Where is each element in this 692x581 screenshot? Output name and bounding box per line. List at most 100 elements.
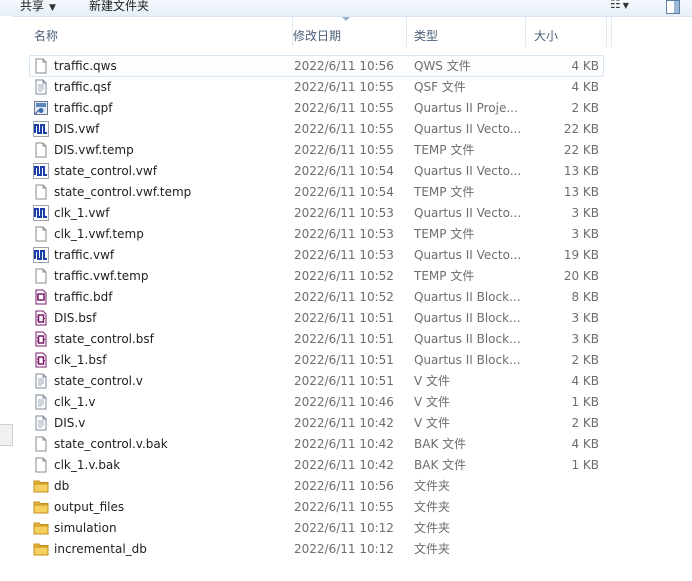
file-size: 2 KB [571, 416, 599, 430]
sort-arrow-icon [342, 17, 350, 21]
file-date: 2022/6/11 10:51 [294, 374, 394, 388]
column-header-size[interactable]: 大小 [526, 17, 612, 47]
file-row[interactable]: traffic.vwf 2022/6/11 10:53 Quartus II Vec… [30, 245, 603, 265]
file-icon [33, 58, 49, 74]
file-icon [33, 142, 49, 158]
file-size: 3 KB [571, 311, 599, 325]
share-button[interactable]: 共享 ▼ [20, 0, 56, 15]
file-type: TEMP 文件 [414, 227, 475, 241]
folder-icon [33, 520, 49, 536]
file-size: 4 KB [571, 59, 599, 73]
file-size: 4 KB [571, 374, 599, 388]
folder-icon [33, 541, 49, 557]
file-row[interactable]: traffic.qws 2022/6/11 10:56 QWS 文件 4 KB [29, 55, 604, 77]
file-type: 文件夹 [414, 500, 451, 514]
column-header-date[interactable]: 修改日期 [292, 17, 407, 47]
block-symbol-icon [33, 310, 49, 326]
file-date: 2022/6/11 10:55 [294, 101, 394, 115]
waveform-file-icon [33, 205, 49, 221]
new-folder-button[interactable]: 新建文件夹 [89, 0, 149, 15]
file-type: Quartus II Vecto... [414, 122, 520, 136]
preview-pane-icon[interactable] [666, 0, 680, 14]
text-file-icon [33, 394, 49, 410]
file-date: 2022/6/11 10:55 [294, 80, 394, 94]
column-header: 名称 修改日期 类型 大小 [26, 17, 612, 47]
file-name: clk_1.vwf [54, 206, 110, 220]
folder-icon [33, 499, 49, 515]
file-row[interactable]: state_control.vwf.temp 2022/6/11 10:54 TEM… [30, 182, 603, 202]
file-size: 2 KB [571, 353, 599, 367]
folder-row[interactable]: incremental_db 2022/6/11 10:12 文件夹 [30, 539, 603, 559]
view-options-button[interactable]: ☷ ▼ [610, 0, 629, 11]
quartus-project-icon [33, 100, 49, 116]
file-date: 2022/6/11 10:51 [294, 311, 394, 325]
folder-row[interactable]: output_files 2022/6/11 10:55 文件夹 [30, 497, 603, 517]
file-row[interactable]: clk_1.bsf 2022/6/11 10:51 Quartus II Block… [30, 350, 603, 370]
column-header-type[interactable]: 类型 [406, 17, 526, 47]
file-name: DIS.v [54, 416, 86, 430]
file-type: V 文件 [414, 374, 451, 388]
file-date: 2022/6/11 10:55 [294, 500, 394, 514]
file-type: QSF 文件 [414, 80, 466, 94]
file-date: 2022/6/11 10:52 [294, 290, 394, 304]
file-name: state_control.v [54, 374, 143, 388]
file-row[interactable]: clk_1.v 2022/6/11 10:46 V 文件 1 KB [30, 392, 603, 412]
folder-row[interactable]: simulation 2022/6/11 10:12 文件夹 [30, 518, 603, 538]
file-row[interactable]: DIS.v 2022/6/11 10:42 V 文件 2 KB [30, 413, 603, 433]
file-size: 20 KB [563, 269, 599, 283]
file-type: TEMP 文件 [414, 185, 475, 199]
file-date: 2022/6/11 10:55 [294, 122, 394, 136]
file-row[interactable]: traffic.qpf 2022/6/11 10:55 Quartus II Pro… [30, 98, 603, 118]
file-type: QWS 文件 [414, 59, 471, 73]
folder-row[interactable]: db 2022/6/11 10:56 文件夹 [30, 476, 603, 496]
file-size: 8 KB [571, 290, 599, 304]
file-icon [33, 184, 49, 200]
file-name: state_control.v.bak [54, 437, 168, 451]
file-row[interactable]: clk_1.v.bak 2022/6/11 10:42 BAK 文件 1 KB [30, 455, 603, 475]
file-date: 2022/6/11 10:56 [294, 59, 394, 73]
file-name: clk_1.vwf.temp [54, 227, 144, 241]
text-file-icon [33, 415, 49, 431]
file-size: 4 KB [571, 80, 599, 94]
file-row[interactable]: state_control.bsf 2022/6/11 10:51 Quartus … [30, 329, 603, 349]
file-size: 3 KB [571, 206, 599, 220]
file-row[interactable]: state_control.v 2022/6/11 10:51 V 文件 4 KB [30, 371, 603, 391]
file-name: traffic.qpf [54, 101, 113, 115]
file-row[interactable]: state_control.vwf 2022/6/11 10:54 Quartus … [30, 161, 603, 181]
file-name: traffic.vwf [54, 248, 115, 262]
navigation-pane-splitter[interactable] [0, 424, 13, 446]
block-symbol-icon [33, 331, 49, 347]
file-name: state_control.bsf [54, 332, 154, 346]
file-size: 22 KB [563, 122, 599, 136]
file-name: clk_1.v.bak [54, 458, 121, 472]
file-row[interactable]: DIS.bsf 2022/6/11 10:51 Quartus II Block..… [30, 308, 603, 328]
file-name: simulation [54, 521, 117, 535]
file-type: Quartus II Vecto... [414, 248, 520, 262]
column-header-name[interactable]: 名称 [26, 17, 293, 47]
file-row[interactable]: state_control.v.bak 2022/6/11 10:42 BAK 文件… [30, 434, 603, 454]
file-type: TEMP 文件 [414, 269, 475, 283]
file-date: 2022/6/11 10:54 [294, 185, 394, 199]
file-size: 13 KB [563, 185, 599, 199]
file-name: traffic.qws [54, 59, 117, 73]
folder-icon [33, 478, 49, 494]
file-date: 2022/6/11 10:51 [294, 332, 394, 346]
file-row[interactable]: clk_1.vwf 2022/6/11 10:53 Quartus II Vecto… [30, 203, 603, 223]
share-label: 共享 [20, 0, 45, 13]
file-row[interactable]: DIS.vwf 2022/6/11 10:55 Quartus II Vecto..… [30, 119, 603, 139]
file-date: 2022/6/11 10:42 [294, 437, 394, 451]
file-row[interactable]: DIS.vwf.temp 2022/6/11 10:55 TEMP 文件 22 KB [30, 140, 603, 160]
file-type: Quartus II Vecto... [414, 206, 520, 220]
navigation-pane-edge [0, 16, 13, 581]
file-name: clk_1.v [54, 395, 96, 409]
file-row[interactable]: clk_1.vwf.temp 2022/6/11 10:53 TEMP 文件 3 KB [30, 224, 603, 244]
file-name: output_files [54, 500, 125, 514]
file-row[interactable]: traffic.qsf 2022/6/11 10:55 QSF 文件 4 KB [30, 77, 603, 97]
file-type: Quartus II Proje... [414, 101, 518, 115]
file-size: 19 KB [563, 248, 599, 262]
file-row[interactable]: traffic.bdf 2022/6/11 10:52 Quartus II Blo… [30, 287, 603, 307]
file-icon [33, 436, 49, 452]
file-date: 2022/6/11 10:53 [294, 206, 394, 220]
file-row[interactable]: traffic.vwf.temp 2022/6/11 10:52 TEMP 文件 20… [30, 266, 603, 286]
file-type: V 文件 [414, 416, 451, 430]
